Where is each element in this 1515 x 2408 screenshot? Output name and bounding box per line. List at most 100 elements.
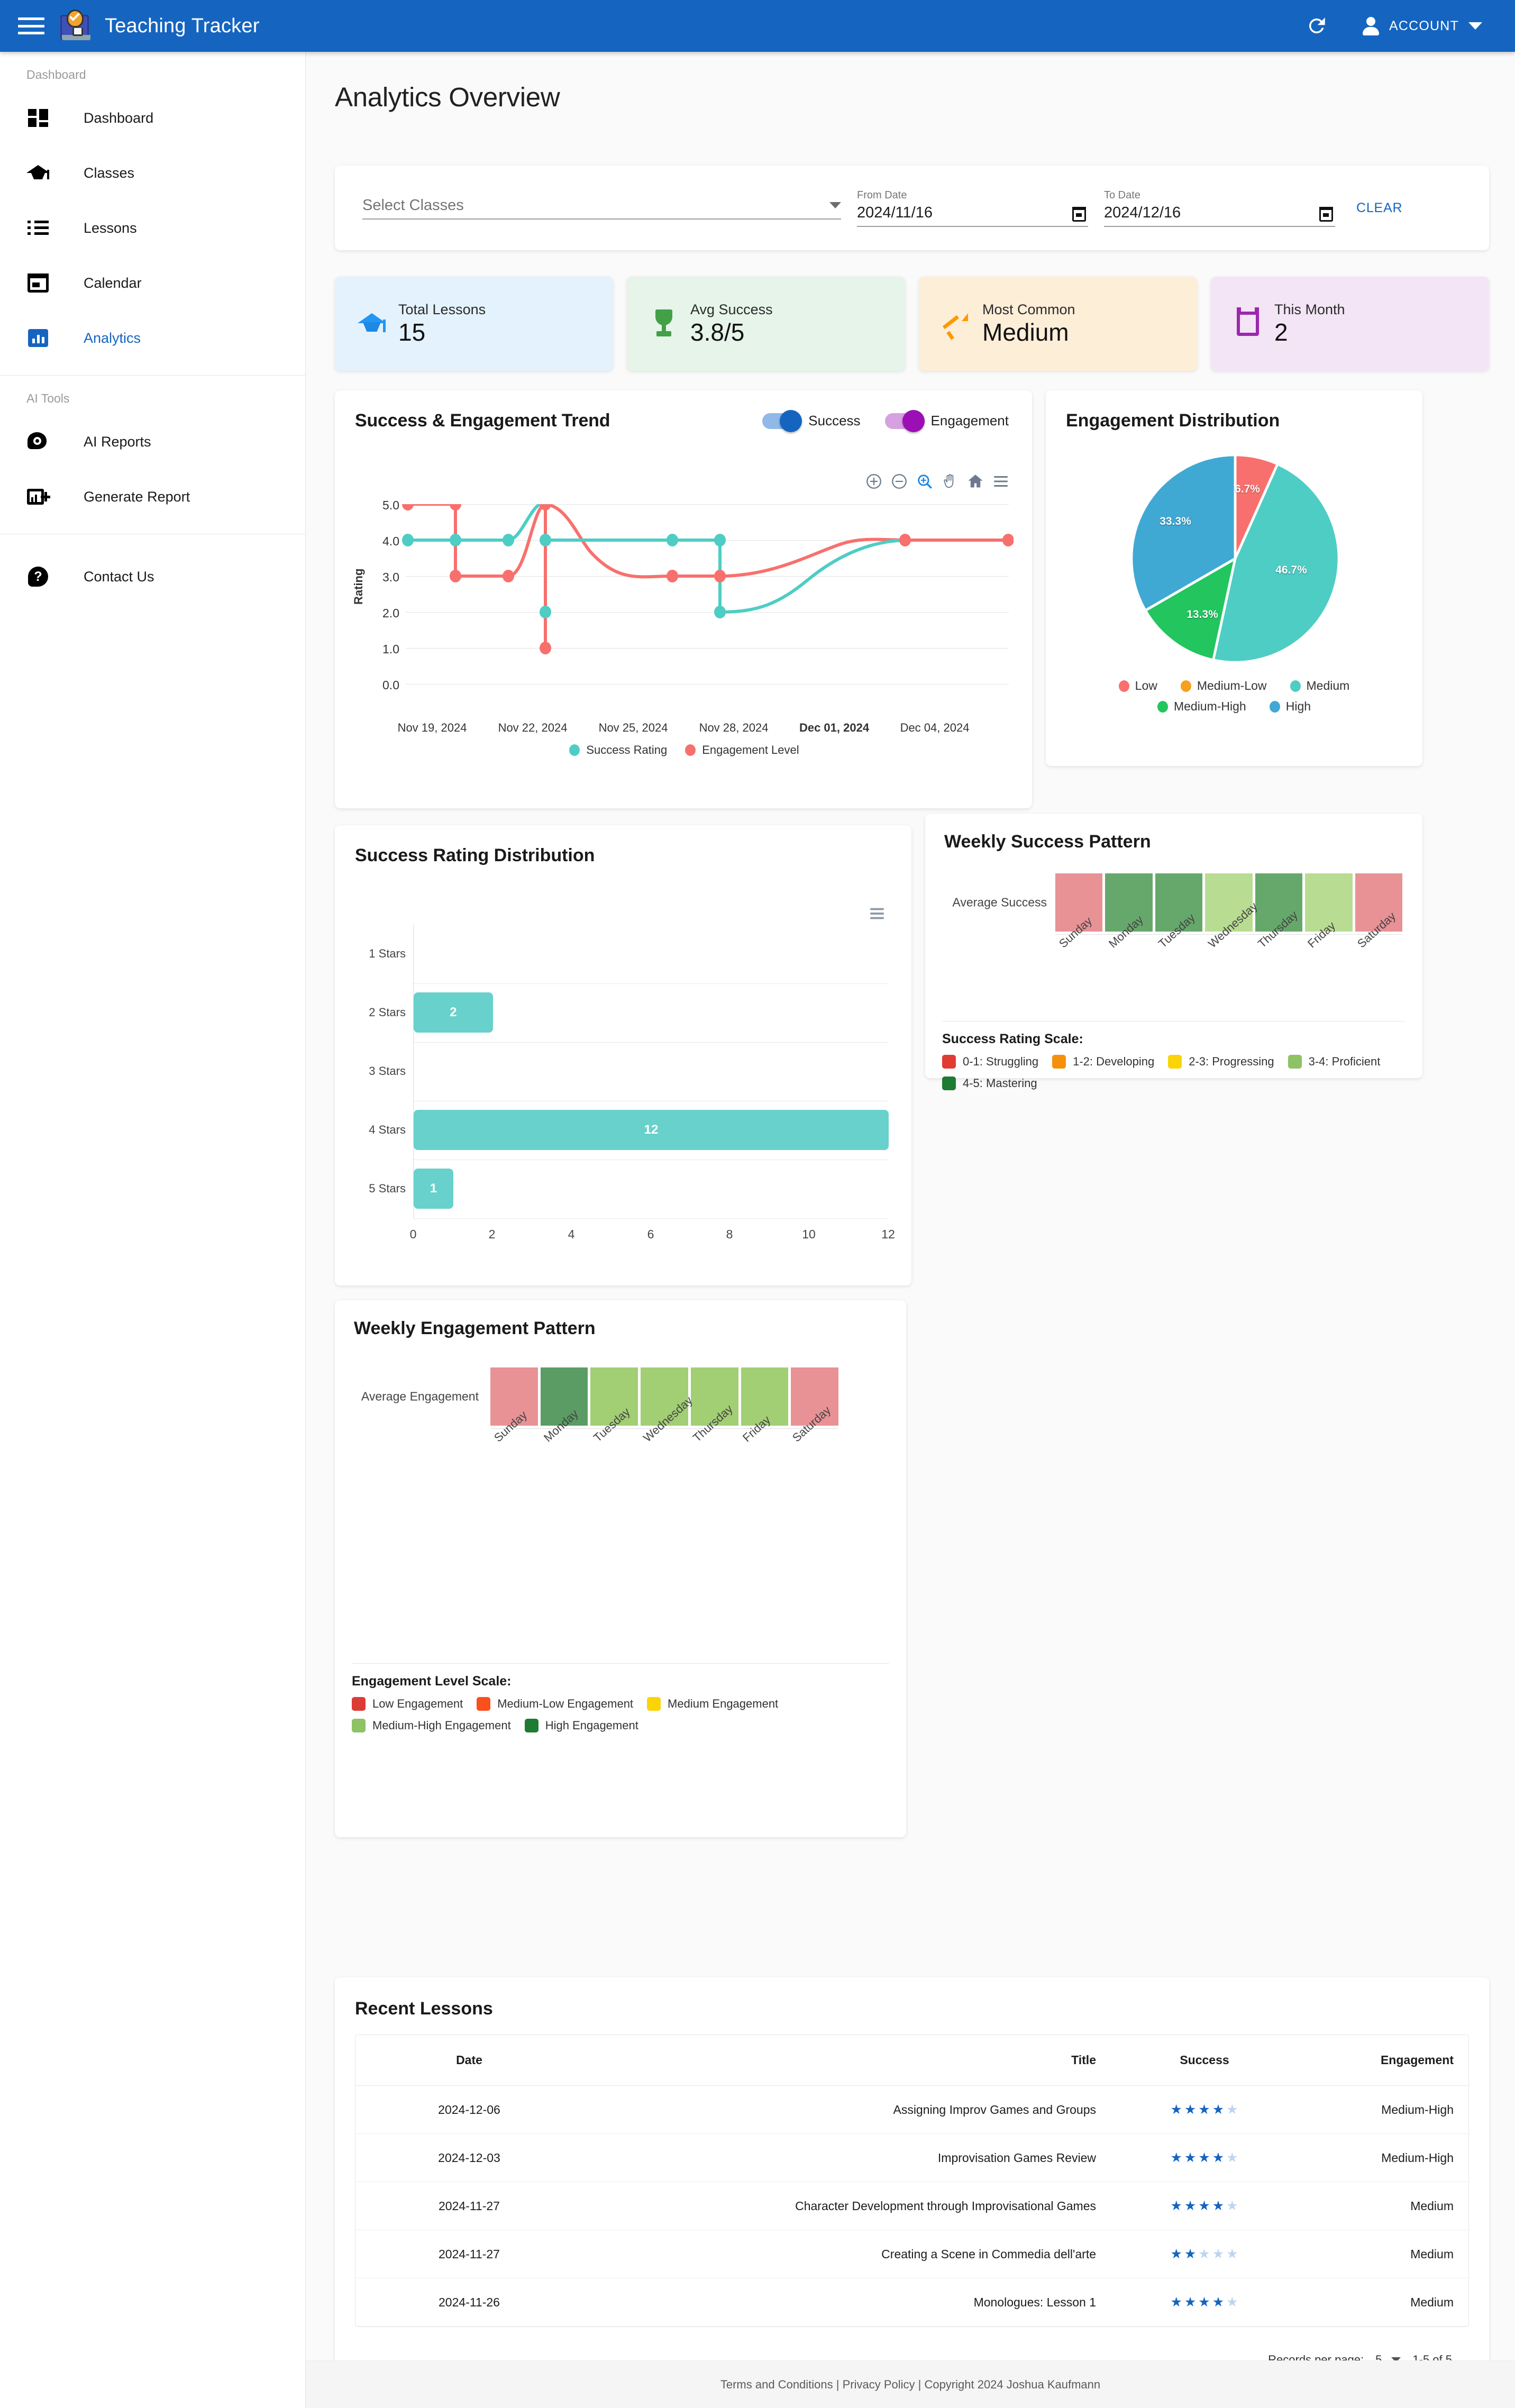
footer-text[interactable]: Terms and Conditions | Privacy Policy | … — [720, 2378, 1100, 2392]
legend-item[interactable]: Medium-Low — [1181, 679, 1267, 693]
legend-label: Medium-Low Engagement — [497, 1697, 633, 1711]
star-icon: ★ — [1198, 2294, 1210, 2310]
heatmap-row-label: Average Success — [941, 896, 1047, 910]
refresh-icon[interactable] — [1306, 15, 1328, 37]
cell-date: 2024-12-03 — [355, 2134, 583, 2182]
bar-2-stars[interactable]: 2 — [414, 992, 493, 1033]
cell-engagement: Medium-High — [1297, 2134, 1470, 2182]
app-title: Teaching Tracker — [105, 15, 260, 38]
sidebar-item-label: Dashboard — [84, 110, 153, 126]
stat-card-most-common: Most Common Medium — [919, 277, 1197, 371]
zoom-out-icon[interactable] — [890, 472, 908, 490]
stat-card-avg-success: Avg Success 3.8/5 — [627, 277, 905, 371]
sidebar-item-ai-reports[interactable]: AI Reports — [0, 414, 305, 469]
legend-label: 1-2: Developing — [1073, 1055, 1154, 1069]
legend-item: Medium Engagement — [647, 1697, 778, 1711]
select-classes-dropdown[interactable]: Select Classes — [362, 197, 841, 220]
star-rating: ★★★★★ — [1170, 2294, 1238, 2310]
chart-title: Engagement Distribution — [1046, 390, 1422, 431]
legend-item[interactable]: Medium-High — [1157, 699, 1246, 714]
from-date-field[interactable]: From Date 2024/11/16 — [857, 189, 1088, 227]
chevron-down-icon — [829, 202, 841, 208]
sidebar-item-analytics[interactable]: Analytics — [0, 311, 305, 366]
toggle-label: Engagement — [931, 413, 1009, 429]
column-header-title[interactable]: Title — [583, 2035, 1112, 2086]
star-icon: ★ — [1212, 2198, 1225, 2214]
legend-label: Success Rating — [586, 743, 667, 757]
cell-date: 2024-11-27 — [355, 2182, 583, 2230]
to-date-value: 2024/12/16 — [1104, 204, 1181, 221]
bar-4-stars[interactable]: 12 — [414, 1110, 889, 1150]
cell-date: 2024-12-06 — [355, 2086, 583, 2134]
x-tick: 0 — [410, 1227, 417, 1242]
table-row[interactable]: 2024-12-03Improvisation Games Review★★★★… — [355, 2134, 1470, 2182]
star-icon: ★ — [1184, 2198, 1197, 2214]
legend-item[interactable]: High — [1270, 699, 1311, 714]
scale-title: Engagement Level Scale: — [352, 1674, 512, 1689]
sidebar-item-classes[interactable]: Classes — [0, 145, 305, 200]
chart-title: Success Rating Distribution — [335, 825, 911, 866]
table-row[interactable]: 2024-11-26Monologues: Lesson 1★★★★★Mediu… — [355, 2278, 1470, 2327]
legend-label: Medium — [1307, 679, 1350, 693]
column-header-date[interactable]: Date — [355, 2035, 583, 2086]
stat-label: Avg Success — [690, 302, 773, 318]
clear-button[interactable]: CLEAR — [1356, 200, 1402, 216]
cell-title: Monologues: Lesson 1 — [583, 2278, 1112, 2327]
pan-icon[interactable] — [941, 472, 959, 490]
column-header-success[interactable]: Success — [1112, 2035, 1297, 2086]
x-tick: Dec 01, 2024 — [799, 721, 869, 735]
sidebar-item-calendar[interactable]: Calendar — [0, 256, 305, 311]
zoom-in-icon[interactable] — [865, 472, 883, 490]
trend-plot-area: Rating 5.0 4.0 3.0 2.0 1.0 0.0 — [355, 504, 1014, 763]
calendar-icon[interactable] — [1072, 207, 1086, 222]
stat-value: 15 — [398, 319, 486, 346]
sidebar-item-dashboard[interactable]: Dashboard — [0, 90, 305, 145]
to-date-field[interactable]: To Date 2024/12/16 — [1104, 189, 1335, 227]
calendar-icon[interactable] — [1319, 207, 1333, 222]
filter-bar: Select Classes From Date 2024/11/16 To D… — [335, 166, 1489, 250]
bar-5-stars[interactable]: 1 — [414, 1169, 453, 1209]
menu-icon[interactable] — [868, 905, 886, 923]
star-rating: ★★★★★ — [1170, 2198, 1238, 2214]
toggle-success[interactable]: Success — [762, 413, 860, 429]
legend-item[interactable]: Engagement Level — [685, 743, 799, 757]
sidebar-item-contact-us[interactable]: ? Contact Us — [0, 549, 305, 604]
x-tick: 6 — [647, 1227, 654, 1242]
bar-value-label: 2 — [450, 1005, 457, 1020]
sidebar-item-lessons[interactable]: Lessons — [0, 200, 305, 256]
cell-title: Character Development through Improvisat… — [583, 2182, 1112, 2230]
legend-label: Medium-High Engagement — [372, 1719, 511, 1732]
legend-item[interactable]: Low — [1119, 679, 1157, 693]
reset-home-icon[interactable] — [966, 472, 984, 490]
pie-slice-label: 33.3% — [1160, 515, 1191, 528]
sidebar-item-label: Analytics — [84, 330, 141, 346]
stat-value: Medium — [982, 319, 1075, 346]
table-row[interactable]: 2024-11-27Creating a Scene in Commedia d… — [355, 2230, 1470, 2278]
star-icon: ★ — [1226, 2102, 1238, 2118]
x-tick: Nov 22, 2024 — [498, 721, 568, 735]
hamburger-icon[interactable] — [16, 14, 47, 38]
account-button[interactable]: ACCOUNT — [1362, 17, 1482, 35]
cell-engagement: Medium — [1297, 2230, 1470, 2278]
cell-success: ★★★★★ — [1112, 2230, 1297, 2278]
legend-item[interactable]: Medium — [1290, 679, 1350, 693]
menu-icon[interactable] — [992, 472, 1010, 490]
main-content: Analytics Overview Select Classes From D… — [306, 52, 1515, 2408]
star-icon: ★ — [1226, 2294, 1238, 2310]
stat-value: 3.8/5 — [690, 319, 773, 346]
table-row[interactable]: 2024-12-06Assigning Improv Games and Gro… — [355, 2086, 1470, 2134]
x-tick: Nov 19, 2024 — [398, 721, 467, 735]
toggle-engagement[interactable]: Engagement — [885, 413, 1009, 429]
selection-zoom-icon[interactable] — [916, 472, 934, 490]
success-engagement-trend-card: Success & Engagement Trend Success Engag… — [335, 390, 1032, 808]
table-row[interactable]: 2024-11-27Character Development through … — [355, 2182, 1470, 2230]
star-icon: ★ — [1170, 2198, 1182, 2214]
column-header-engagement[interactable]: Engagement — [1297, 2035, 1470, 2086]
x-tick: 2 — [489, 1227, 496, 1242]
sidebar-item-generate-report[interactable]: Generate Report — [0, 469, 305, 524]
chart-title: Weekly Engagement Pattern — [335, 1300, 906, 1339]
legend-item[interactable]: Success Rating — [569, 743, 667, 757]
legend-item: 1-2: Developing — [1052, 1055, 1154, 1069]
y-tick: 2 Stars — [355, 1006, 406, 1019]
sidebar-item-label: Contact Us — [84, 569, 154, 585]
